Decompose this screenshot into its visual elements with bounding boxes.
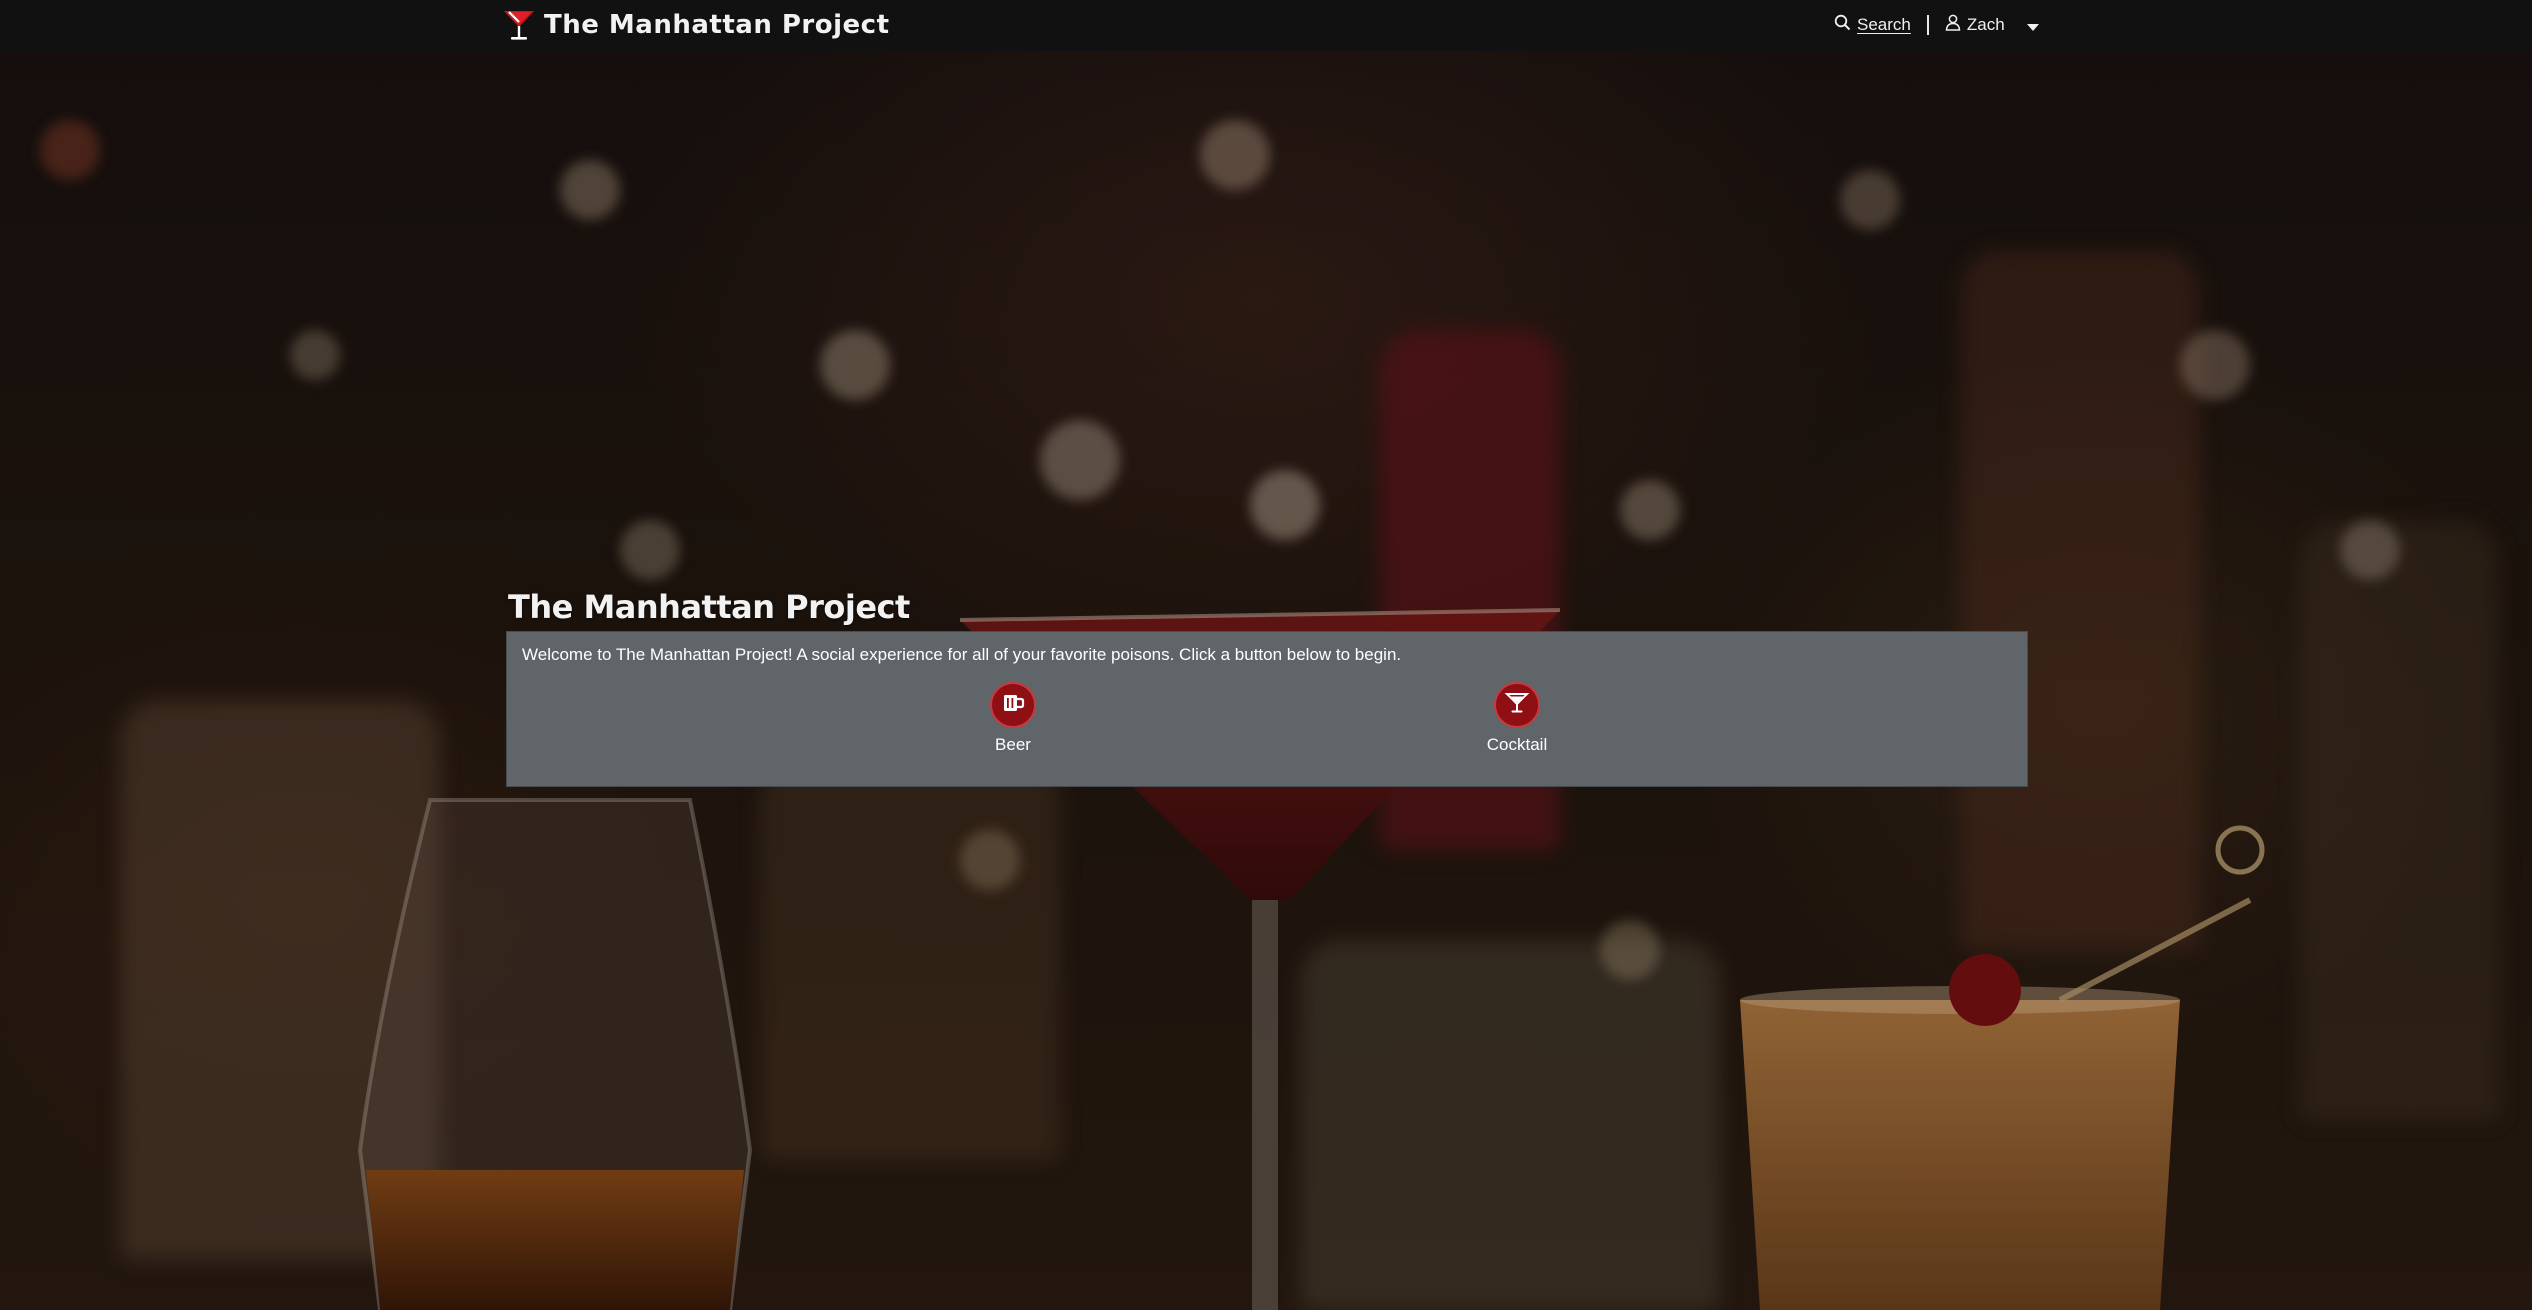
martini-glass-icon: [502, 8, 536, 42]
search-link[interactable]: Search: [1834, 14, 1911, 36]
beer-mug-icon: [1000, 690, 1026, 721]
brand-link[interactable]: The Manhattan Project: [502, 6, 890, 44]
search-label: Search: [1857, 15, 1911, 34]
beer-label: Beer: [995, 735, 1031, 754]
brand-title: The Manhattan Project: [544, 10, 890, 40]
cocktail-circle-button[interactable]: [1494, 682, 1540, 728]
nav-divider: [1926, 15, 1929, 35]
cocktail-glass-icon: [1504, 690, 1530, 721]
search-icon: [1834, 14, 1851, 36]
page-title: The Manhattan Project: [508, 588, 910, 626]
cocktail-label: Cocktail: [1486, 735, 1548, 754]
cocktail-button[interactable]: Cocktail: [1447, 682, 1587, 755]
welcome-panel: Welcome to The Manhattan Project! A soci…: [506, 631, 2028, 787]
beer-circle-button[interactable]: [990, 682, 1036, 728]
caret-down-icon[interactable]: [2026, 23, 2039, 31]
welcome-text: Welcome to The Manhattan Project! A soci…: [522, 645, 1402, 664]
user-icon: [1945, 14, 1961, 36]
user-name: Zach: [1966, 15, 2005, 34]
user-menu[interactable]: Zach: [1945, 14, 2039, 36]
top-navbar: The Manhattan Project Search Zach: [0, 0, 2532, 51]
nav-right: Search Zach: [1834, 10, 2039, 40]
beer-button[interactable]: Beer: [943, 682, 1083, 755]
